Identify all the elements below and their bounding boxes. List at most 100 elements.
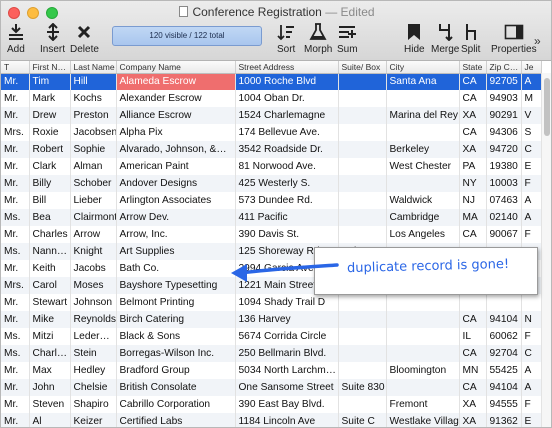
cell-company-name[interactable]: Arlington Associates — [116, 192, 236, 209]
cell-last-name[interactable]: Johnson — [70, 294, 117, 311]
cell-last-name[interactable]: Jacobs — [70, 260, 117, 277]
cell-suite-box[interactable] — [338, 311, 387, 328]
cell-street-address[interactable]: 3542 Roadside Dr. — [235, 141, 339, 158]
cell-city[interactable] — [386, 379, 460, 396]
cell-extra[interactable]: F — [521, 226, 542, 243]
table-row[interactable]: Ms. Mitzi Leder… Black & Sons 5674 Corrida C… — [1, 328, 542, 345]
cell-first-name[interactable]: Charl… — [29, 345, 71, 362]
add-button[interactable]: Add — [7, 23, 25, 55]
cell-company-name[interactable]: Arrow Dev. — [116, 209, 236, 226]
cell-last-name[interactable]: Reynolds — [70, 311, 117, 328]
cell-extra[interactable]: E — [521, 413, 542, 427]
column-header-city[interactable]: City — [386, 61, 460, 74]
cell-title[interactable]: Mr. — [1, 413, 30, 427]
column-header-first-name[interactable]: First N… — [29, 61, 71, 74]
cell-zip-code[interactable]: 90067 — [486, 226, 522, 243]
cell-suite-box[interactable] — [338, 294, 387, 311]
cell-city[interactable]: Berkeley — [386, 141, 460, 158]
cell-company-name[interactable]: Alexander Escrow — [116, 90, 236, 107]
cell-suite-box[interactable] — [338, 345, 387, 362]
cell-zip-code[interactable]: 90291 — [486, 107, 522, 124]
cell-suite-box[interactable]: Suite C — [338, 413, 387, 427]
table-row[interactable]: Mr. Mike Reynolds Birch Catering 136 Harvey C… — [1, 311, 542, 328]
cell-extra[interactable]: C — [521, 141, 542, 158]
cell-last-name[interactable]: Shapiro — [70, 396, 117, 413]
table-row[interactable]: Mrs. Roxie Jacobsen Alpha Pix 174 Bellevue A… — [1, 124, 542, 141]
cell-title[interactable]: Mr. — [1, 311, 30, 328]
cell-suite-box[interactable] — [338, 158, 387, 175]
cell-first-name[interactable]: Mitzi — [29, 328, 71, 345]
cell-last-name[interactable]: Keizer — [70, 413, 117, 427]
cell-street-address[interactable]: 425 Westerly S. — [235, 175, 339, 192]
cell-zip-code[interactable]: 94306 — [486, 124, 522, 141]
cell-state[interactable]: XA — [459, 141, 487, 158]
cell-suite-box[interactable] — [338, 192, 387, 209]
cell-first-name[interactable]: Keith — [29, 260, 71, 277]
cell-state[interactable]: NY — [459, 175, 487, 192]
column-header-company-name[interactable]: Company Name — [116, 61, 236, 74]
cell-suite-box[interactable] — [338, 90, 387, 107]
cell-first-name[interactable]: Max — [29, 362, 71, 379]
sum-button[interactable]: Sum — [337, 23, 358, 55]
cell-title[interactable]: Mr. — [1, 260, 30, 277]
table-row[interactable]: Mr. Al Keizer Certified Labs 1184 Lincoln Av… — [1, 413, 542, 427]
table-row[interactable]: Mr. Tim Hill Alameda Escrow 1000 Roche Blvd S… — [1, 73, 542, 90]
cell-street-address[interactable]: 5034 North Larchm… — [235, 362, 339, 379]
cell-company-name[interactable]: Bath Co. — [116, 260, 236, 277]
cell-zip-code[interactable]: 94903 — [486, 90, 522, 107]
cell-zip-code[interactable]: 55425 — [486, 362, 522, 379]
cell-title[interactable]: Ms. — [1, 243, 30, 260]
cell-state[interactable]: IL — [459, 328, 487, 345]
table-row[interactable]: Mr. Charles Arrow Arrow, Inc. 390 Davis St. L… — [1, 226, 542, 243]
cell-title[interactable]: Ms. — [1, 328, 30, 345]
cell-last-name[interactable]: Jacobsen — [70, 124, 117, 141]
cell-extra[interactable]: A — [521, 192, 542, 209]
properties-button[interactable]: Properties — [491, 23, 537, 55]
cell-extra[interactable]: F — [521, 328, 542, 345]
cell-extra[interactable]: V — [521, 107, 542, 124]
cell-street-address[interactable]: 1000 Roche Blvd — [235, 73, 339, 90]
cell-city[interactable]: Santa Ana — [386, 73, 460, 90]
cell-city[interactable]: Bloomington — [386, 362, 460, 379]
column-header-last-name[interactable]: Last Name — [70, 61, 117, 74]
cell-first-name[interactable]: Steven — [29, 396, 71, 413]
cell-last-name[interactable]: Schober — [70, 175, 117, 192]
cell-suite-box[interactable] — [338, 141, 387, 158]
cell-first-name[interactable]: Tim — [29, 73, 71, 90]
cell-last-name[interactable]: Preston — [70, 107, 117, 124]
cell-zip-code[interactable]: 07463 — [486, 192, 522, 209]
cell-extra[interactable]: F — [521, 396, 542, 413]
scrollbar-thumb[interactable] — [544, 78, 550, 136]
cell-company-name[interactable]: Cabrillo Corporation — [116, 396, 236, 413]
cell-title[interactable]: Ms. — [1, 209, 30, 226]
cell-street-address[interactable]: 250 Bellmarin Blvd. — [235, 345, 339, 362]
cell-state[interactable]: MA — [459, 209, 487, 226]
cell-zip-code[interactable] — [486, 294, 522, 311]
cell-first-name[interactable]: Billy — [29, 175, 71, 192]
column-header-zip-code[interactable]: Zip C… — [486, 61, 522, 74]
cell-extra[interactable]: M — [521, 90, 542, 107]
cell-extra[interactable]: N — [521, 311, 542, 328]
cell-company-name[interactable]: Borregas-Wilson Inc. — [116, 345, 236, 362]
cell-company-name[interactable]: Certified Labs — [116, 413, 236, 427]
cell-zip-code[interactable]: 10003 — [486, 175, 522, 192]
table-row[interactable]: Ms. Charl… Stein Borregas-Wilson Inc. 250 Be… — [1, 345, 542, 362]
cell-suite-box[interactable] — [338, 124, 387, 141]
cell-suite-box[interactable] — [338, 328, 387, 345]
cell-company-name[interactable]: Art Supplies — [116, 243, 236, 260]
cell-title[interactable]: Mr. — [1, 73, 30, 90]
cell-title[interactable]: Mr. — [1, 362, 30, 379]
sort-button[interactable]: Sort — [277, 23, 295, 55]
cell-first-name[interactable]: Clark — [29, 158, 71, 175]
cell-suite-box[interactable] — [338, 226, 387, 243]
cell-first-name[interactable]: Al — [29, 413, 71, 427]
cell-suite-box[interactable] — [338, 107, 387, 124]
toolbar-overflow-chevron-icon[interactable]: » — [534, 34, 541, 48]
cell-state[interactable]: XA — [459, 396, 487, 413]
cell-title[interactable]: Mr. — [1, 90, 30, 107]
cell-state[interactable]: PA — [459, 158, 487, 175]
cell-title[interactable]: Mrs. — [1, 124, 30, 141]
cell-title[interactable]: Mrs. — [1, 277, 30, 294]
cell-title[interactable]: Mr. — [1, 141, 30, 158]
cell-city[interactable] — [386, 175, 460, 192]
